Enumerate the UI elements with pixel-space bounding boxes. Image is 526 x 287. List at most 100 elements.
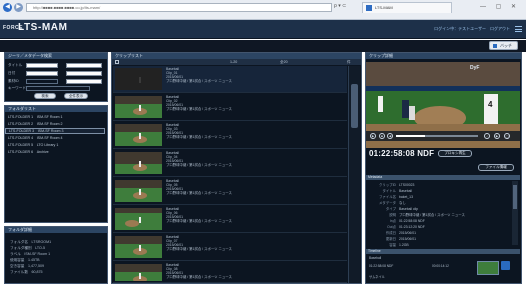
clip-row[interactable]: Baseball Clip_02 2015/06/01 プロ野球中継 / 第1試合 /… [113, 94, 347, 121]
date-from-input[interactable] [26, 71, 58, 76]
id-input[interactable] [26, 79, 58, 84]
file-info-button[interactable]: ファイル情報 [478, 164, 514, 171]
clip-row[interactable]: Baseball Clip_01 2015/06/01 プロ野球中継 / 第1試合 /… [113, 66, 347, 93]
forward-icon[interactable]: ▶ [14, 3, 23, 12]
clip-row[interactable]: Baseball Clip_05 2015/06/01 プロ野球中継 / 第1試合 /… [113, 178, 347, 205]
search-label-title: タイトル [8, 63, 23, 67]
title-input[interactable] [26, 63, 58, 68]
window-buttons[interactable]: — ▢ ✕ [480, 3, 520, 10]
clip-row[interactable]: Baseball Clip_07 2015/06/01 プロ野球中継 / 第1試合 /… [113, 234, 347, 261]
clip-row[interactable]: Baseball Clip_06 2015/06/01 プロ野球中継 / 第1試合 /… [113, 206, 347, 233]
folder-prop: 空き容量 1,477,509 [10, 264, 44, 268]
metadata-row: ファイル名 baket_13 [379, 195, 413, 199]
fullscreen-icon[interactable]: ▢ [504, 133, 510, 139]
app-header: FORCE LTS-MAM ログイン中：テストユーザー ログアウト [0, 20, 526, 39]
clip-row[interactable]: Baseball Clip_04 2015/06/01 プロ野球中継 / 第1試合 /… [113, 150, 347, 177]
browser-toolbar: ◀ ▶ http://■■■■.■■■■.■■■■.co.jp/lts-mam/… [0, 0, 526, 20]
back-icon[interactable]: ◀ [3, 3, 12, 12]
folder-item[interactable]: LTS-FOLDER 4 ISM-SF Room 4 [5, 135, 105, 141]
video-player-number: 4 [488, 100, 493, 109]
search-button[interactable]: 検索 [34, 93, 56, 99]
video-player-batter [402, 100, 409, 118]
clip-row[interactable]: Baseball Clip_03 2015/06/01 プロ野球中継 / 第1試合 /… [113, 122, 347, 149]
scrollbar-thumb[interactable] [351, 84, 358, 128]
clip-thumbnail [115, 180, 162, 202]
edit-icon[interactable] [501, 261, 510, 270]
clip-desc: プロ野球中継 / 第1試合 / スポーツ ニュース [166, 219, 232, 223]
metadata-row: Out点 01:23:12:20 NDF [387, 225, 425, 229]
metadata-row: クリップID LTS00023 [379, 183, 415, 187]
proxy-play-button[interactable]: プロキシ再生 [438, 150, 472, 157]
rewind-icon[interactable]: ◀ [387, 133, 393, 139]
folder-prop: 使用容量 1.45TB [10, 258, 40, 262]
timeline-thumbnail[interactable] [477, 261, 499, 275]
search-label-date: 日付 [8, 71, 16, 75]
metadata-row: 説明 プロ野球中継 / 第1試合 / スポーツ ニュース [389, 213, 465, 217]
clip-thumbnail [115, 236, 162, 258]
clip-thumbnail [115, 68, 162, 90]
date-to-input[interactable] [66, 71, 102, 76]
folder-props-title: フォルダ詳細 [5, 227, 107, 233]
video-player-left [378, 96, 383, 112]
seek-bar[interactable] [396, 135, 478, 137]
folder-item[interactable]: LTS-FOLDER 1 ISM-SF Room 1 [5, 114, 105, 120]
folder-item[interactable]: LTS-FOLDER 2 ISM-SF Room 2 [5, 121, 105, 127]
user-info[interactable]: ログイン中：テストユーザー ログアウト [434, 26, 510, 32]
metadata-row: In点 01:22:58:08 NDF [389, 219, 425, 223]
clip-list-header: 1-20 全20 件 [112, 59, 361, 65]
clip-desc: プロ野球中継 / 第1試合 / スポーツ ニュース [166, 107, 232, 111]
preview-title: クリップ詳細 [366, 53, 521, 59]
folder-prop: フォルダ名 LTSROOM1 [10, 240, 52, 244]
play-icon[interactable]: ▶ [370, 133, 376, 139]
id-input-2[interactable] [66, 79, 102, 84]
folder-item[interactable]: LTS-FOLDER 6 Archive [5, 149, 105, 155]
video-banner [366, 86, 520, 91]
select-all-checkbox[interactable] [115, 60, 119, 64]
screen: ◀ ▶ http://■■■■.■■■■.■■■■.co.jp/lts-mam/… [0, 0, 526, 287]
clip-info: Baseball Clip_02 2015/06/01 プロ野球中継 / 第1試合 /… [166, 95, 232, 111]
stop-icon[interactable]: ■ [379, 133, 385, 139]
address-bar[interactable]: http://■■■■.■■■■.■■■■.co.jp/lts-mam/ [26, 3, 332, 12]
timecode-display: 01:22:58:08 NDF [369, 149, 435, 158]
video-player-pitcher [484, 94, 498, 124]
browser-tab[interactable]: LTS-MAM [362, 2, 452, 13]
timeline-duration: 00:00:14:12 [432, 264, 449, 268]
clip-info: Baseball Clip_03 2015/06/01 プロ野球中継 / 第1試合 /… [166, 123, 232, 139]
metadata-scroll-thumb[interactable] [513, 185, 517, 209]
forward-icon[interactable]: ▶ [494, 133, 500, 139]
folder-prop: ラベル ISM-SF Room 1 [10, 252, 51, 256]
title-input-2[interactable] [66, 63, 102, 68]
clip-desc: プロ野球中継 / 第1試合 / スポーツ ニュース [166, 163, 232, 167]
page-range: 1-20 [230, 60, 238, 64]
address-icons[interactable]: ρ ▾ ⊂ [334, 3, 346, 9]
metadata-row: 容量 1.2GB [389, 243, 409, 247]
menu-icon[interactable] [515, 26, 522, 32]
folder-item-selected[interactable]: LTS-FOLDER 3 ISM-SF Room 3 [5, 128, 105, 134]
search-panel-title: ジーリ／メタデータ検索 [5, 53, 107, 59]
metadata-row: タイプ Baseball clip [385, 207, 419, 211]
metadata-row: タイトル Baseball [382, 189, 413, 193]
app-title: LTS-MAM [18, 22, 68, 33]
volume-icon[interactable]: ♪ [484, 133, 490, 139]
metadata-scrollbar[interactable] [512, 181, 518, 245]
show-all-button[interactable]: 全件表示 [64, 93, 88, 99]
timeline-clip-title: Baseball [369, 256, 382, 260]
clip-desc: プロ野球中継 / 第1試合 / スポーツ ニュース [166, 275, 232, 279]
clip-row[interactable]: Baseball Clip_08 2015/06/01 プロ野球中継 / 第1試合 /… [113, 262, 347, 283]
clip-info: Baseball Clip_06 2015/06/01 プロ野球中継 / 第1試合 /… [166, 207, 232, 223]
keyword-input[interactable] [26, 86, 90, 91]
folder-item[interactable]: LTS-FOLDER 5 LTO Library 1 [5, 142, 105, 148]
metadata-row: 更新日 2015/06/01 [385, 237, 416, 241]
clip-desc: プロ野球中継 / 第1試合 / スポーツ ニュース [166, 247, 232, 251]
clip-info: Baseball Clip_01 2015/06/01 プロ野球中継 / 第1試合 /… [166, 67, 232, 83]
metadata-row: 作成日 2015/06/01 [385, 231, 416, 235]
clip-desc: プロ野球中継 / 第1試合 / スポーツ ニュース [166, 191, 232, 195]
clip-list-scrollbar[interactable] [348, 66, 360, 283]
clip-desc: プロ野球中継 / 第1試合 / スポーツ ニュース [166, 79, 232, 83]
page-size-select[interactable]: 件 [347, 59, 351, 65]
folder-panel-title: フォルダリスト [5, 106, 107, 112]
search-label-id: 素材ID [8, 79, 19, 83]
batch-button[interactable]: バッチ [489, 41, 518, 50]
video-player-catcher [409, 106, 415, 120]
folder-prop: フォルダ種別 LTO-5 [10, 246, 46, 250]
